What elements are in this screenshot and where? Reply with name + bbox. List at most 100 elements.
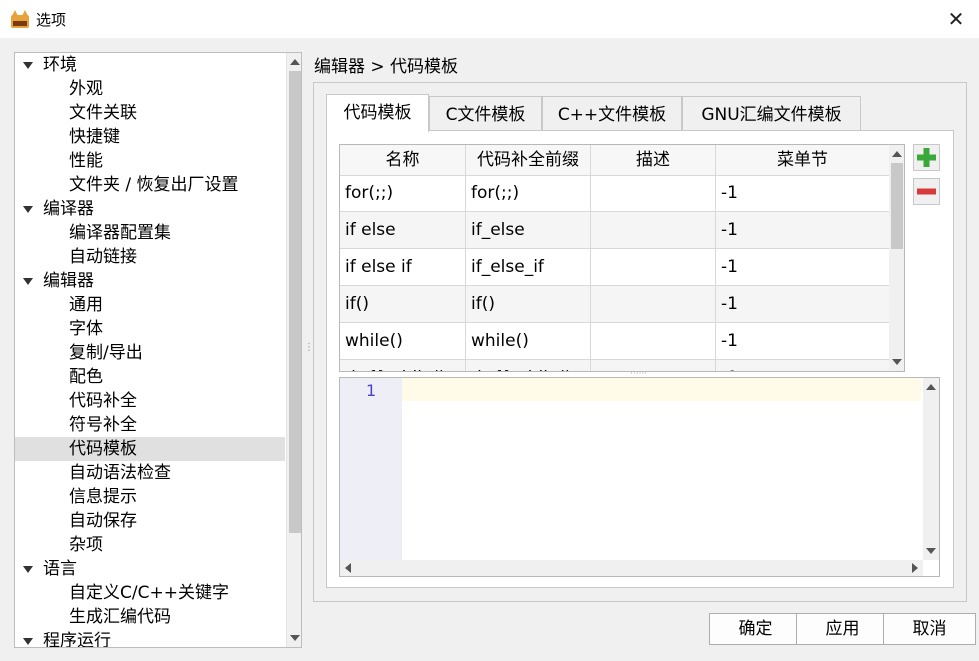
apply-button[interactable]: 应用	[796, 613, 889, 645]
tree-item[interactable]: 杂项	[15, 533, 285, 557]
tree-item[interactable]: 自定义C/C++关键字	[15, 581, 285, 605]
tree-item[interactable]: 编译器配置集	[15, 221, 285, 245]
table-cell[interactable]: for(;;)	[340, 175, 466, 211]
line-number: 1	[366, 381, 377, 400]
table-cell[interactable]	[591, 360, 716, 371]
table-cell[interactable]: -1	[716, 212, 890, 248]
tree-item[interactable]: 字体	[15, 317, 285, 341]
scroll-left-icon[interactable]	[345, 563, 351, 573]
scroll-down-icon[interactable]	[290, 635, 300, 641]
scroll-up-icon[interactable]	[892, 151, 902, 157]
table-row[interactable]: while() while() -1	[340, 323, 890, 360]
tree-item[interactable]: 自动语法检查	[15, 461, 285, 485]
column-header-description[interactable]: 描述	[591, 145, 716, 175]
table-cell[interactable]: -1	[716, 323, 890, 359]
tree-item[interactable]: 语言	[15, 557, 285, 581]
column-header-name[interactable]: 名称	[340, 145, 466, 175]
table-row[interactable]: if() if() -1	[340, 286, 890, 323]
tree-item[interactable]: 复制/导出	[15, 341, 285, 365]
splitter-handle[interactable]: ⋮	[304, 342, 314, 356]
tree-item[interactable]: 生成汇编代码	[15, 605, 285, 629]
tree-item[interactable]: 代码补全	[15, 389, 285, 413]
table-cell[interactable]: while()	[340, 323, 466, 359]
table-cell[interactable]: if()	[466, 286, 591, 322]
table-cell[interactable]: if_else	[466, 212, 591, 248]
table-cell[interactable]: do{}while()	[466, 360, 591, 371]
tree-item-label: 生成汇编代码	[69, 607, 171, 627]
tree-scroll-thumb[interactable]	[289, 71, 301, 533]
table-cell[interactable]: -1	[716, 249, 890, 285]
expand-arrow-icon[interactable]	[23, 638, 33, 645]
table-row[interactable]: for(;;) for(;;) -1	[340, 175, 890, 212]
table-row[interactable]: do{}while()do{}while() -1	[340, 360, 890, 371]
expand-arrow-icon[interactable]	[23, 566, 33, 573]
tab-gnu-asm-template[interactable]: GNU汇编文件模板	[682, 96, 861, 131]
tree-item[interactable]: 编译器	[15, 197, 285, 221]
table-cell[interactable]: -1	[716, 286, 890, 322]
tree-item[interactable]: 文件关联	[15, 101, 285, 125]
tree-item[interactable]: 自动链接	[15, 245, 285, 269]
templates-table[interactable]: 名称 代码补全前缀 描述 菜单节 for(;;) for(;;) -1 if else…	[339, 144, 905, 372]
tree-item[interactable]: 快捷键	[15, 125, 285, 149]
editor-horizontal-scrollbar[interactable]	[340, 560, 923, 576]
tab-code-templates[interactable]: 代码模板	[326, 94, 429, 132]
remove-template-button[interactable]	[913, 178, 940, 205]
table-cell[interactable]	[591, 323, 716, 359]
close-button[interactable]: ✕	[940, 6, 972, 32]
table-cell[interactable]: if else if	[340, 249, 466, 285]
tree-item[interactable]: 代码模板	[15, 437, 285, 461]
add-template-button[interactable]	[913, 144, 940, 171]
settings-tree[interactable]: 环境 外观 文件关联 快捷键 性能 文件夹 / 恢复出厂设置 编译器 编译器配置集 自动链接 编辑…	[14, 52, 302, 648]
tree-item[interactable]: 性能	[15, 149, 285, 173]
table-cell[interactable]	[591, 286, 716, 322]
tab-cpp-file-template[interactable]: C++文件模板	[542, 96, 682, 131]
table-cell[interactable]	[591, 249, 716, 285]
tree-item-label: 代码模板	[69, 439, 137, 459]
expand-arrow-icon[interactable]	[23, 206, 33, 213]
table-cell[interactable]: -1	[716, 175, 890, 211]
scroll-down-icon[interactable]	[892, 359, 902, 365]
tree-item[interactable]: 环境	[15, 53, 285, 77]
tree-item-label: 配色	[69, 367, 103, 387]
table-cell[interactable]	[591, 212, 716, 248]
table-row[interactable]: if else if if_else_if -1	[340, 249, 890, 286]
tab-c-file-template[interactable]: C文件模板	[429, 96, 542, 131]
tree-item-label: 自定义C/C++关键字	[69, 583, 229, 603]
table-cell[interactable]: if()	[340, 286, 466, 322]
table-scrollbar[interactable]	[889, 145, 904, 371]
scroll-right-icon[interactable]	[912, 563, 918, 573]
tree-item[interactable]: 程序运行	[15, 629, 285, 647]
table-row[interactable]: if else if_else -1	[340, 212, 890, 249]
tree-scrollbar[interactable]	[286, 53, 301, 647]
scroll-down-icon[interactable]	[926, 548, 936, 554]
expand-arrow-icon[interactable]	[23, 62, 33, 69]
tree-item-label: 编译器	[43, 199, 94, 219]
tree-item[interactable]: 通用	[15, 293, 285, 317]
cancel-button[interactable]: 取消	[883, 613, 976, 645]
column-header-prefix[interactable]: 代码补全前缀	[466, 145, 591, 175]
table-cell[interactable]: for(;;)	[466, 175, 591, 211]
table-cell[interactable]	[591, 175, 716, 211]
table-cell[interactable]: -1	[716, 360, 890, 371]
tree-item[interactable]: 配色	[15, 365, 285, 389]
table-cell[interactable]: do{}while()	[340, 360, 466, 371]
table-scroll-thumb[interactable]	[891, 163, 903, 249]
tree-item[interactable]: 自动保存	[15, 509, 285, 533]
ok-button[interactable]: 确定	[709, 613, 802, 645]
plus-icon	[917, 148, 936, 167]
expand-arrow-icon[interactable]	[23, 278, 33, 285]
column-header-menu-section[interactable]: 菜单节	[716, 145, 890, 175]
scroll-up-icon[interactable]	[926, 384, 936, 390]
current-line-highlight[interactable]	[402, 378, 921, 401]
scroll-up-icon[interactable]	[290, 59, 300, 65]
table-cell[interactable]: if else	[340, 212, 466, 248]
editor-vertical-scrollbar[interactable]	[923, 378, 939, 560]
tree-item[interactable]: 信息提示	[15, 485, 285, 509]
tree-item[interactable]: 文件夹 / 恢复出厂设置	[15, 173, 285, 197]
table-cell[interactable]: while()	[466, 323, 591, 359]
tree-item[interactable]: 外观	[15, 77, 285, 101]
template-code-editor[interactable]: 1	[339, 377, 940, 577]
tree-item[interactable]: 编辑器	[15, 269, 285, 293]
table-cell[interactable]: if_else_if	[466, 249, 591, 285]
tree-item[interactable]: 符号补全	[15, 413, 285, 437]
